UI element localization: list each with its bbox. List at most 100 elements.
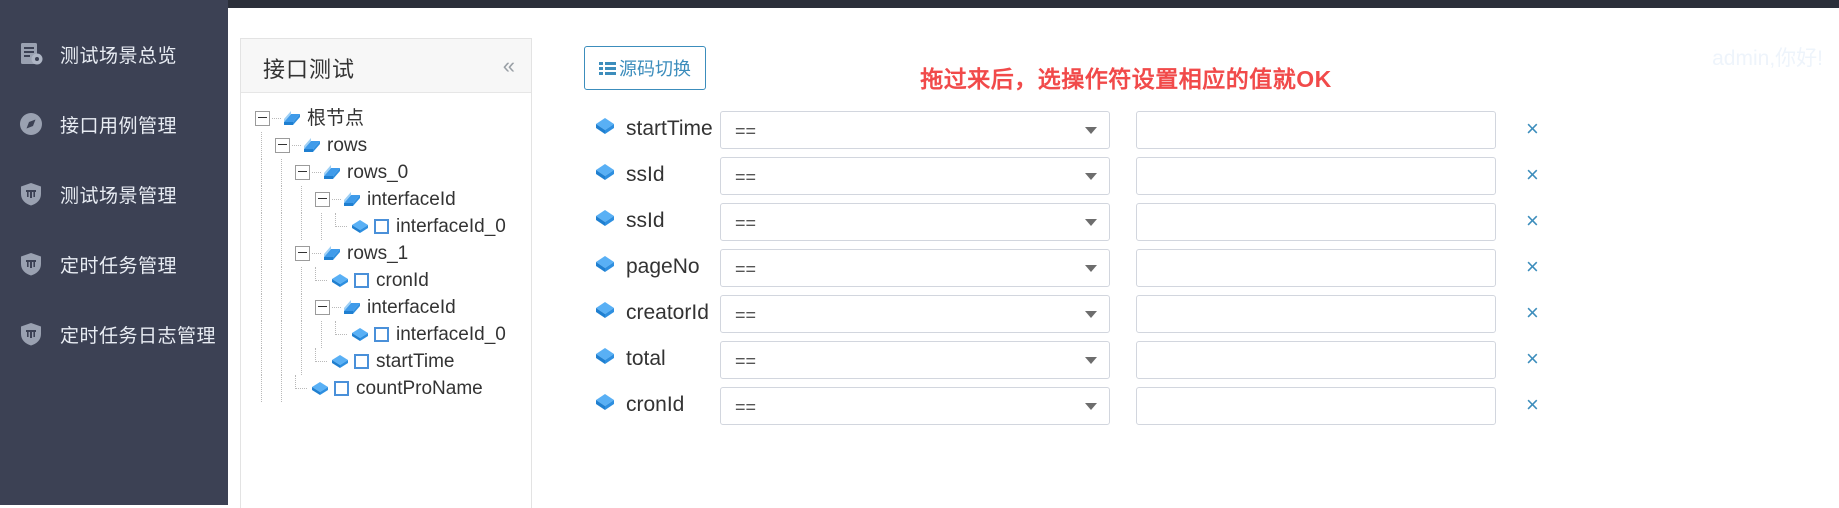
source-toggle-button[interactable]: 源码切换 xyxy=(584,46,706,90)
tree-folder-icon xyxy=(342,299,362,317)
condition-rows: startTime == × ssId == × ssId == × pageNo == × creat… xyxy=(548,106,1839,428)
sidebar-item-5[interactable]: 定时任务日志管理 xyxy=(0,310,228,358)
tree-elbow-connector xyxy=(335,321,349,348)
field-diamond-icon xyxy=(594,255,616,275)
tree-node-checkbox[interactable] xyxy=(374,219,389,234)
remove-condition-icon[interactable]: × xyxy=(1526,344,1539,374)
chevron-down-icon xyxy=(1085,357,1097,364)
chevron-down-icon xyxy=(1085,403,1097,410)
tree-node[interactable]: rows xyxy=(241,132,531,159)
tree-node[interactable]: interfaceId xyxy=(241,186,531,213)
remove-condition-icon[interactable]: × xyxy=(1526,206,1539,236)
operator-select[interactable]: == xyxy=(720,249,1110,287)
operator-select[interactable]: == xyxy=(720,295,1110,333)
tree-node-label: interfaceId xyxy=(367,189,456,210)
tree-leaf-icon xyxy=(310,381,330,397)
tree-guide-line xyxy=(281,240,283,267)
tree-guide-line xyxy=(301,267,303,294)
tree-node-label: countProName xyxy=(356,378,483,399)
chevron-down-icon xyxy=(1085,219,1097,226)
tree-elbow-connector xyxy=(315,348,329,375)
operator-select[interactable]: == xyxy=(720,203,1110,241)
chevron-down-icon xyxy=(1085,265,1097,272)
remove-condition-icon[interactable]: × xyxy=(1526,298,1539,328)
operator-select[interactable]: == xyxy=(720,111,1110,149)
tree-node[interactable]: interfaceId xyxy=(241,294,531,321)
tree-node[interactable]: cronId xyxy=(241,267,531,294)
tree-elbow-connector xyxy=(295,375,309,402)
operator-select-value: == xyxy=(735,397,757,417)
remove-condition-icon[interactable]: × xyxy=(1526,160,1539,190)
operator-select-value: == xyxy=(735,167,757,187)
tree-toggle-minus-icon[interactable] xyxy=(315,300,330,315)
remove-condition-icon[interactable]: × xyxy=(1526,114,1539,144)
tree-toggle-minus-icon[interactable] xyxy=(315,192,330,207)
operator-select[interactable]: == xyxy=(720,387,1110,425)
sidebar-item-label: 接口用例管理 xyxy=(60,115,178,137)
operator-select[interactable]: == xyxy=(720,157,1110,195)
sidebar-item-3[interactable]: 测试场景管理 xyxy=(0,170,228,218)
sidebar-item-2[interactable]: 接口用例管理 xyxy=(0,100,228,148)
tree-node-checkbox[interactable] xyxy=(354,273,369,288)
condition-value-input[interactable] xyxy=(1136,295,1496,333)
user-greeting: admin,你好! xyxy=(1712,47,1823,70)
tree-dash-lead xyxy=(292,144,301,147)
tree-guide-line xyxy=(281,321,283,348)
condition-value-input[interactable] xyxy=(1136,111,1496,149)
tree-guide-line xyxy=(281,159,283,186)
tree-guide-line xyxy=(261,321,263,348)
condition-value-input[interactable] xyxy=(1136,387,1496,425)
condition-field-label: ssId xyxy=(626,209,665,232)
operator-select-value: == xyxy=(735,259,757,279)
tree-body: 根节点 rows rows_0 interfaceId interfaceId_0 row… xyxy=(241,93,531,402)
tree-guide-line xyxy=(261,159,263,186)
collapse-panel-icon[interactable]: « xyxy=(503,53,515,79)
remove-condition-icon[interactable]: × xyxy=(1526,252,1539,282)
sidebar-item-4[interactable]: 定时任务管理 xyxy=(0,240,228,288)
tree-toggle-minus-icon[interactable] xyxy=(275,138,290,153)
tree-node-label: 根节点 xyxy=(307,108,365,129)
operator-select[interactable]: == xyxy=(720,341,1110,379)
tree-node[interactable]: 根节点 xyxy=(241,105,531,132)
tree-panel-title: 接口测试 xyxy=(263,57,356,82)
tree-node[interactable]: interfaceId_0 xyxy=(241,321,531,348)
top-strip xyxy=(0,0,1839,8)
tree-node[interactable]: countProName xyxy=(241,375,531,402)
tree-node-checkbox[interactable] xyxy=(354,354,369,369)
tree-node[interactable]: startTime xyxy=(241,348,531,375)
tree-toggle-minus-icon[interactable] xyxy=(295,246,310,261)
tree-node[interactable]: rows_1 xyxy=(241,240,531,267)
condition-row: cronId == × xyxy=(548,382,1839,428)
condition-field-label: cronId xyxy=(626,393,685,416)
condition-value-input[interactable] xyxy=(1136,341,1496,379)
tree-node-label: interfaceId_0 xyxy=(396,324,506,345)
tree-folder-icon xyxy=(322,164,342,182)
remove-condition-icon[interactable]: × xyxy=(1526,390,1539,420)
condition-value-input[interactable] xyxy=(1136,157,1496,195)
tree-node-label: rows xyxy=(327,135,368,156)
condition-field-label: creatorId xyxy=(626,301,709,324)
tree-node[interactable]: rows_0 xyxy=(241,159,531,186)
condition-value-input[interactable] xyxy=(1136,203,1496,241)
sidebar-item-1[interactable]: 测试场景总览 xyxy=(0,30,228,78)
tree-toggle-minus-icon[interactable] xyxy=(255,111,270,126)
tree-node[interactable]: interfaceId_0 xyxy=(241,213,531,240)
tree-node-checkbox[interactable] xyxy=(374,327,389,342)
condition-row: total == × xyxy=(548,336,1839,382)
tree-node-checkbox[interactable] xyxy=(334,381,349,396)
tree-leaf-icon xyxy=(350,219,370,235)
tree-toggle-minus-icon[interactable] xyxy=(295,165,310,180)
field-diamond-icon xyxy=(594,163,616,183)
tree-node-label: startTime xyxy=(376,351,455,372)
condition-value-input[interactable] xyxy=(1136,249,1496,287)
field-diamond-icon xyxy=(594,347,616,367)
tree-guide-line xyxy=(301,186,303,213)
chevron-down-icon xyxy=(1085,311,1097,318)
tree-folder-icon xyxy=(342,191,362,209)
tree-leaf-icon xyxy=(350,327,370,343)
tree-folder-icon xyxy=(322,245,342,263)
